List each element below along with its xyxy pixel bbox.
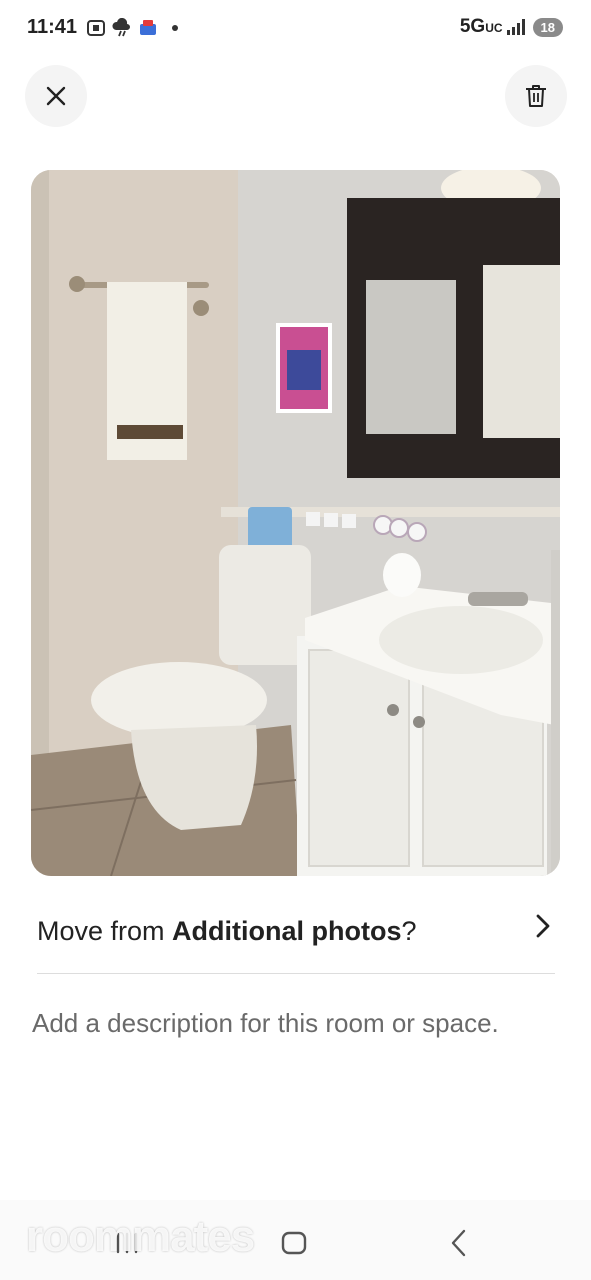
divider xyxy=(37,973,555,974)
network-label: 5GUC xyxy=(460,16,503,38)
move-from-text: Move from Additional photos? xyxy=(37,916,417,947)
album-name: Additional photos xyxy=(172,916,402,946)
status-time: 11:41 xyxy=(27,16,78,38)
screenshot-icon xyxy=(87,20,105,36)
weather-storm-icon xyxy=(112,18,130,37)
close-icon xyxy=(46,86,66,106)
close-button[interactable] xyxy=(25,65,87,127)
bathroom-photo xyxy=(31,170,560,876)
trash-icon xyxy=(526,85,546,107)
network-subtype: UC xyxy=(485,21,503,35)
status-right: 5GUC 18 xyxy=(460,16,563,38)
signal-icon xyxy=(506,19,525,35)
back-icon[interactable] xyxy=(449,1228,469,1258)
move-from-album-row[interactable]: Move from Additional photos? xyxy=(37,900,557,964)
home-icon[interactable] xyxy=(281,1231,307,1255)
room-photo[interactable] xyxy=(31,170,560,876)
app-notification-icon xyxy=(140,20,156,35)
battery-badge: 18 xyxy=(532,17,563,37)
delete-button[interactable] xyxy=(505,65,567,127)
roommates-watermark: roommates xyxy=(26,1212,255,1261)
move-prefix: Move from xyxy=(37,916,173,946)
status-icons-left xyxy=(86,18,178,38)
dot-icon xyxy=(172,25,178,31)
chevron-right-icon xyxy=(536,914,550,938)
status-bar: 11:41 5GUC 18 xyxy=(0,0,591,60)
move-suffix: ? xyxy=(401,916,417,946)
description-input[interactable]: Add a description for this room or space… xyxy=(32,1008,499,1039)
network-type: 5G xyxy=(459,16,486,37)
